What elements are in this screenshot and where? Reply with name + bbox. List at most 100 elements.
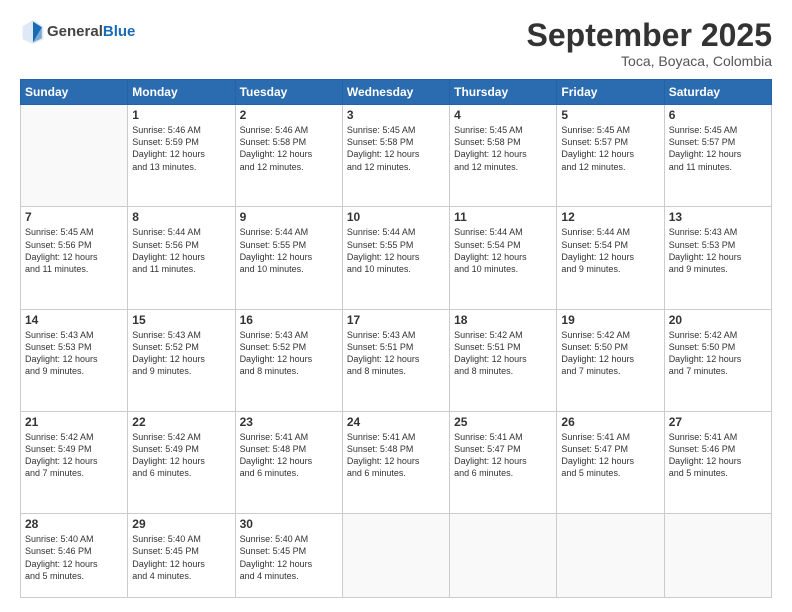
table-row: 4 Sunrise: 5:45 AM Sunset: 5:58 PM Daylig…	[450, 105, 557, 207]
col-saturday: Saturday	[664, 80, 771, 105]
cell-info: Sunrise: 5:42 AM Sunset: 5:49 PM Dayligh…	[25, 431, 123, 480]
day-number: 9	[240, 210, 338, 224]
cell-info: Sunrise: 5:43 AM Sunset: 5:51 PM Dayligh…	[347, 329, 445, 378]
logo-text: GeneralBlue	[47, 24, 135, 41]
table-row: 9 Sunrise: 5:44 AM Sunset: 5:55 PM Daylig…	[235, 207, 342, 309]
table-row: 10 Sunrise: 5:44 AM Sunset: 5:55 PM Dayli…	[342, 207, 449, 309]
table-row: 21 Sunrise: 5:42 AM Sunset: 5:49 PM Dayli…	[21, 412, 128, 514]
cell-info: Sunrise: 5:44 AM Sunset: 5:55 PM Dayligh…	[347, 226, 445, 275]
table-row: 13 Sunrise: 5:43 AM Sunset: 5:53 PM Dayli…	[664, 207, 771, 309]
table-row: 16 Sunrise: 5:43 AM Sunset: 5:52 PM Dayli…	[235, 309, 342, 411]
calendar-table: Sunday Monday Tuesday Wednesday Thursday…	[20, 79, 772, 598]
day-number: 29	[132, 517, 230, 531]
day-number: 13	[669, 210, 767, 224]
logo-icon	[21, 18, 45, 46]
cell-info: Sunrise: 5:42 AM Sunset: 5:49 PM Dayligh…	[132, 431, 230, 480]
logo-general: General	[47, 23, 103, 40]
table-row: 14 Sunrise: 5:43 AM Sunset: 5:53 PM Dayli…	[21, 309, 128, 411]
day-number: 24	[347, 415, 445, 429]
table-row: 15 Sunrise: 5:43 AM Sunset: 5:52 PM Dayli…	[128, 309, 235, 411]
day-number: 3	[347, 108, 445, 122]
table-row	[664, 514, 771, 598]
day-number: 26	[561, 415, 659, 429]
table-row: 17 Sunrise: 5:43 AM Sunset: 5:51 PM Dayli…	[342, 309, 449, 411]
col-tuesday: Tuesday	[235, 80, 342, 105]
table-row: 8 Sunrise: 5:44 AM Sunset: 5:56 PM Daylig…	[128, 207, 235, 309]
table-row: 27 Sunrise: 5:41 AM Sunset: 5:46 PM Dayli…	[664, 412, 771, 514]
col-thursday: Thursday	[450, 80, 557, 105]
cell-info: Sunrise: 5:40 AM Sunset: 5:46 PM Dayligh…	[25, 533, 123, 582]
cell-info: Sunrise: 5:44 AM Sunset: 5:54 PM Dayligh…	[454, 226, 552, 275]
day-number: 15	[132, 313, 230, 327]
table-row	[342, 514, 449, 598]
day-number: 17	[347, 313, 445, 327]
table-row: 1Sunrise: 5:46 AM Sunset: 5:59 PM Daylig…	[128, 105, 235, 207]
day-number: 21	[25, 415, 123, 429]
cell-info: Sunrise: 5:43 AM Sunset: 5:53 PM Dayligh…	[25, 329, 123, 378]
location-title: Toca, Boyaca, Colombia	[527, 53, 772, 69]
cell-info: Sunrise: 5:45 AM Sunset: 5:57 PM Dayligh…	[669, 124, 767, 173]
table-row: 29Sunrise: 5:40 AM Sunset: 5:45 PM Dayli…	[128, 514, 235, 598]
day-number: 22	[132, 415, 230, 429]
day-number: 14	[25, 313, 123, 327]
cell-info: Sunrise: 5:44 AM Sunset: 5:56 PM Dayligh…	[132, 226, 230, 275]
cell-info: Sunrise: 5:44 AM Sunset: 5:54 PM Dayligh…	[561, 226, 659, 275]
logo-blue: Blue	[103, 23, 136, 40]
cell-info: Sunrise: 5:44 AM Sunset: 5:55 PM Dayligh…	[240, 226, 338, 275]
table-row: 28Sunrise: 5:40 AM Sunset: 5:46 PM Dayli…	[21, 514, 128, 598]
table-row: 23 Sunrise: 5:41 AM Sunset: 5:48 PM Dayli…	[235, 412, 342, 514]
table-row	[450, 514, 557, 598]
table-row: 11 Sunrise: 5:44 AM Sunset: 5:54 PM Dayli…	[450, 207, 557, 309]
day-number: 10	[347, 210, 445, 224]
cell-info: Sunrise: 5:45 AM Sunset: 5:58 PM Dayligh…	[347, 124, 445, 173]
header: GeneralBlue September 2025 Toca, Boyaca,…	[20, 18, 772, 69]
table-row: 7Sunrise: 5:45 AM Sunset: 5:56 PM Daylig…	[21, 207, 128, 309]
table-row: 12 Sunrise: 5:44 AM Sunset: 5:54 PM Dayli…	[557, 207, 664, 309]
cell-info: Sunrise: 5:45 AM Sunset: 5:58 PM Dayligh…	[454, 124, 552, 173]
cell-info: Sunrise: 5:41 AM Sunset: 5:47 PM Dayligh…	[561, 431, 659, 480]
cell-info: Sunrise: 5:43 AM Sunset: 5:53 PM Dayligh…	[669, 226, 767, 275]
table-row: 3 Sunrise: 5:45 AM Sunset: 5:58 PM Daylig…	[342, 105, 449, 207]
cell-info: Sunrise: 5:43 AM Sunset: 5:52 PM Dayligh…	[132, 329, 230, 378]
table-row: 19 Sunrise: 5:42 AM Sunset: 5:50 PM Dayli…	[557, 309, 664, 411]
table-row	[21, 105, 128, 207]
day-number: 4	[454, 108, 552, 122]
day-number: 16	[240, 313, 338, 327]
table-row: 18Sunrise: 5:42 AM Sunset: 5:51 PM Dayli…	[450, 309, 557, 411]
day-number: 20	[669, 313, 767, 327]
table-row: 24 Sunrise: 5:41 AM Sunset: 5:48 PM Dayli…	[342, 412, 449, 514]
table-row: 26 Sunrise: 5:41 AM Sunset: 5:47 PM Dayli…	[557, 412, 664, 514]
cell-info: Sunrise: 5:45 AM Sunset: 5:56 PM Dayligh…	[25, 226, 123, 275]
cell-info: Sunrise: 5:41 AM Sunset: 5:48 PM Dayligh…	[240, 431, 338, 480]
day-number: 27	[669, 415, 767, 429]
cell-info: Sunrise: 5:43 AM Sunset: 5:52 PM Dayligh…	[240, 329, 338, 378]
cell-info: Sunrise: 5:46 AM Sunset: 5:59 PM Dayligh…	[132, 124, 230, 173]
day-number: 5	[561, 108, 659, 122]
cell-info: Sunrise: 5:45 AM Sunset: 5:57 PM Dayligh…	[561, 124, 659, 173]
day-number: 2	[240, 108, 338, 122]
day-number: 8	[132, 210, 230, 224]
table-row: 5 Sunrise: 5:45 AM Sunset: 5:57 PM Daylig…	[557, 105, 664, 207]
day-number: 25	[454, 415, 552, 429]
day-number: 18	[454, 313, 552, 327]
col-wednesday: Wednesday	[342, 80, 449, 105]
table-row: 22 Sunrise: 5:42 AM Sunset: 5:49 PM Dayli…	[128, 412, 235, 514]
month-title: September 2025	[527, 18, 772, 53]
day-number: 12	[561, 210, 659, 224]
col-sunday: Sunday	[21, 80, 128, 105]
day-number: 30	[240, 517, 338, 531]
day-number: 19	[561, 313, 659, 327]
day-number: 23	[240, 415, 338, 429]
col-friday: Friday	[557, 80, 664, 105]
cell-info: Sunrise: 5:42 AM Sunset: 5:50 PM Dayligh…	[561, 329, 659, 378]
cell-info: Sunrise: 5:41 AM Sunset: 5:48 PM Dayligh…	[347, 431, 445, 480]
cell-info: Sunrise: 5:41 AM Sunset: 5:46 PM Dayligh…	[669, 431, 767, 480]
cell-info: Sunrise: 5:41 AM Sunset: 5:47 PM Dayligh…	[454, 431, 552, 480]
cell-info: Sunrise: 5:42 AM Sunset: 5:50 PM Dayligh…	[669, 329, 767, 378]
title-block: September 2025 Toca, Boyaca, Colombia	[527, 18, 772, 69]
day-number: 11	[454, 210, 552, 224]
table-row: 2Sunrise: 5:46 AM Sunset: 5:58 PM Daylig…	[235, 105, 342, 207]
logo: GeneralBlue	[20, 18, 135, 46]
table-row: 20 Sunrise: 5:42 AM Sunset: 5:50 PM Dayli…	[664, 309, 771, 411]
calendar-header-row: Sunday Monday Tuesday Wednesday Thursday…	[21, 80, 772, 105]
